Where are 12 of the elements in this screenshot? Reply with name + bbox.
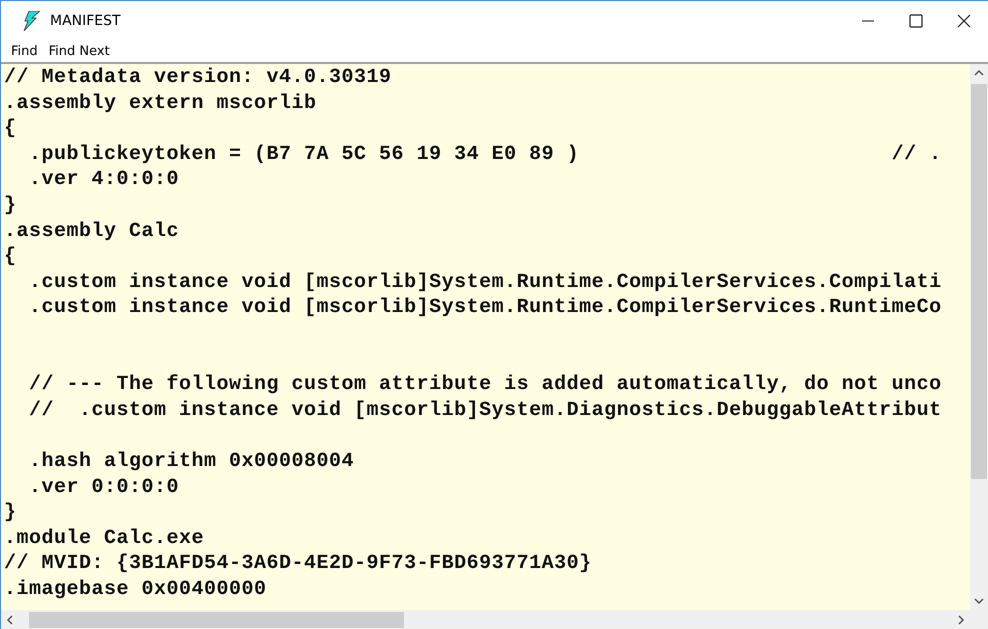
code-text: // Metadata version: v4.0.30319 .assembly extern mscorlib { .publickeytoken = (B7 7A 5C 56 19 34 E0 89 ) // . .ver 4:0:0:0 } .assembly Calc { .custom instance void [mscorlib]System.Runtime.CompilerServices.Compilati .custom instance void [mscorlib]System.Runtime.CompilerServices.RuntimeCo // --- The following custom attribute is added automatically, do not unco // .custom instance void [mscorlib]System.Diagnostics.DebuggableAttribut .hash algorithm 0x00008004 .ver 0:0:0:0 } .module Calc.exe // MVID: {3B1AFD54-3A6D-4E2D-9F73-FBD693771A30} .imagebase 0x00400000 [3, 65, 943, 603]
close-icon [957, 14, 971, 28]
scrollbar-thumb[interactable] [29, 612, 404, 628]
vertical-scrollbar[interactable] [970, 64, 988, 610]
window-title: MANIFEST [50, 12, 121, 28]
minimize-icon [862, 20, 874, 22]
scrollbar-thumb[interactable] [971, 84, 987, 479]
horizontal-scrollbar[interactable] [1, 610, 970, 629]
maximize-icon [909, 14, 923, 28]
lightning-bolt-icon [23, 10, 40, 30]
menu-item[interactable]: Find [5, 44, 43, 58]
menu-item[interactable]: Find Next [42, 44, 115, 58]
